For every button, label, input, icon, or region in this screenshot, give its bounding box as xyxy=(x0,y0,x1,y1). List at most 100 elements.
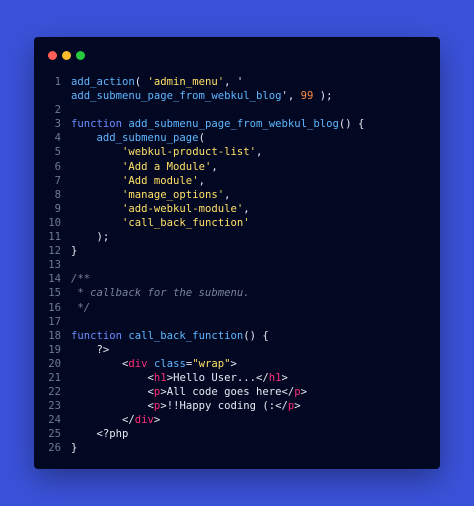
code-text: /** xyxy=(61,272,90,286)
code-token-plain: > xyxy=(300,386,308,399)
code-line: 22 <p>All code goes here</p> xyxy=(34,385,440,399)
code-line: 8 'manage_options', xyxy=(34,188,440,202)
code-line: 9 'add-webkul-module', xyxy=(34,202,440,216)
code-token-keyword: function xyxy=(71,118,129,131)
code-text: ?> xyxy=(61,343,110,357)
code-token-tag: div xyxy=(134,414,154,427)
code-text: </div> xyxy=(61,413,160,427)
code-line: 16 */ xyxy=(34,301,440,315)
code-token-function-name: add_action xyxy=(71,76,135,88)
code-line: 17 xyxy=(34,315,440,329)
code-token-tag: h1 xyxy=(268,371,282,384)
code-text: * callback for the submenu. xyxy=(61,286,250,300)
code-token-function-name: add_submenu_page_from_webkul_blog xyxy=(71,90,282,103)
code-token-comment: */ xyxy=(71,301,91,314)
code-line: 1 add_action( 'admin_menu', ' xyxy=(34,75,440,89)
code-text: add_action( 'admin_menu', ' xyxy=(61,75,243,89)
code-token-plain: < xyxy=(71,400,154,413)
line-number: 17 xyxy=(48,315,61,328)
line-number: 12 xyxy=(48,245,61,258)
code-text: function call_back_function() { xyxy=(61,329,269,343)
line-number: 8 xyxy=(54,188,61,201)
line-number: 9 xyxy=(54,202,61,215)
code-token-plain: ( xyxy=(198,132,205,145)
code-token-comment: * callback for the submenu. xyxy=(71,287,250,300)
line-number: 1 xyxy=(54,76,61,88)
line-number: 13 xyxy=(48,259,61,272)
line-number: 16 xyxy=(48,301,61,314)
code-token-string: 'admin_menu' xyxy=(147,76,225,88)
code-token-string: "wrap" xyxy=(192,357,231,370)
close-dot-icon xyxy=(48,51,57,60)
code-token-plain: > xyxy=(294,400,301,413)
line-number: 7 xyxy=(54,174,61,187)
code-token-plain: ', xyxy=(281,90,301,103)
code-token-string: 'call_back_function' xyxy=(122,216,250,229)
code-line: 11 ); xyxy=(34,230,440,244)
code-token-plain: , ' xyxy=(224,76,244,88)
code-text: } xyxy=(61,441,77,455)
line-number: 24 xyxy=(48,414,61,427)
code-text: <?php xyxy=(61,427,129,441)
code-block: 1 add_action( 'admin_menu', ' add_submenu_… xyxy=(34,75,440,456)
code-text: 'webkul-product-list', xyxy=(61,145,262,159)
code-token-plain: ( xyxy=(134,76,148,88)
line-number: 4 xyxy=(54,132,61,145)
code-token-function-name: add_submenu_page xyxy=(96,132,199,145)
line-number: 20 xyxy=(48,357,61,370)
code-token-plain: , xyxy=(211,160,218,173)
code-token-plain: , xyxy=(224,188,231,201)
code-token-plain: < xyxy=(71,371,154,384)
code-line: 4 add_submenu_page( xyxy=(34,131,440,145)
code-text: <div class="wrap"> xyxy=(61,357,237,371)
line-number: 23 xyxy=(48,400,61,413)
line-number xyxy=(34,89,61,103)
maximize-dot-icon xyxy=(76,51,85,60)
code-token-string: 'Add a Module' xyxy=(122,160,212,173)
line-number: 10 xyxy=(48,216,61,229)
code-line: 12} xyxy=(34,244,440,258)
code-token-plain: ?> xyxy=(71,343,110,356)
code-line: 3 function add_submenu_page_from_webkul_b… xyxy=(34,117,440,131)
code-line: 5 'webkul-product-list', xyxy=(34,145,440,159)
line-number: 19 xyxy=(48,343,61,356)
code-token-string: 'add-webkul-module' xyxy=(122,202,244,215)
line-number: 14 xyxy=(48,273,61,286)
code-token-function-name: add_submenu_page_from_webkul_blog xyxy=(128,118,339,131)
code-text: 'Add a Module', xyxy=(61,160,218,174)
code-token-string: 'Add module' xyxy=(122,174,199,187)
code-line: 19 ?> xyxy=(34,343,440,357)
code-line: 25 <?php xyxy=(34,427,440,441)
code-token-string: 'manage_options' xyxy=(122,188,225,201)
code-line: add_submenu_page_from_webkul_blog', 99 )… xyxy=(34,89,440,103)
code-token-plain: () { xyxy=(243,329,269,342)
line-number: 2 xyxy=(54,104,61,117)
code-token-plain: ); xyxy=(313,90,333,103)
code-token-comment: /** xyxy=(71,273,91,286)
code-line: 7 'Add module', xyxy=(34,174,440,188)
code-text: add_submenu_page( xyxy=(61,131,205,145)
code-token-tag: div xyxy=(128,357,148,370)
code-line: 6 'Add a Module', xyxy=(34,160,440,174)
code-text: ); xyxy=(61,230,110,244)
code-text: <h1>Hello User...</h1> xyxy=(61,371,288,385)
code-token-attribute: class xyxy=(153,357,186,370)
line-number: 22 xyxy=(48,386,61,399)
code-token-plain: </ xyxy=(71,414,135,427)
code-text: <p>!!Happy coding (:</p> xyxy=(61,399,301,413)
code-token-plain: >All code goes here</ xyxy=(160,386,295,399)
window-controls xyxy=(48,51,85,60)
minimize-dot-icon xyxy=(62,51,71,60)
code-text: add_submenu_page_from_webkul_blog', 99 )… xyxy=(61,89,333,103)
line-number: 6 xyxy=(54,160,61,173)
code-token-number: 99 xyxy=(300,90,314,103)
line-number: 3 xyxy=(54,118,61,131)
code-line: 26} xyxy=(34,441,440,455)
